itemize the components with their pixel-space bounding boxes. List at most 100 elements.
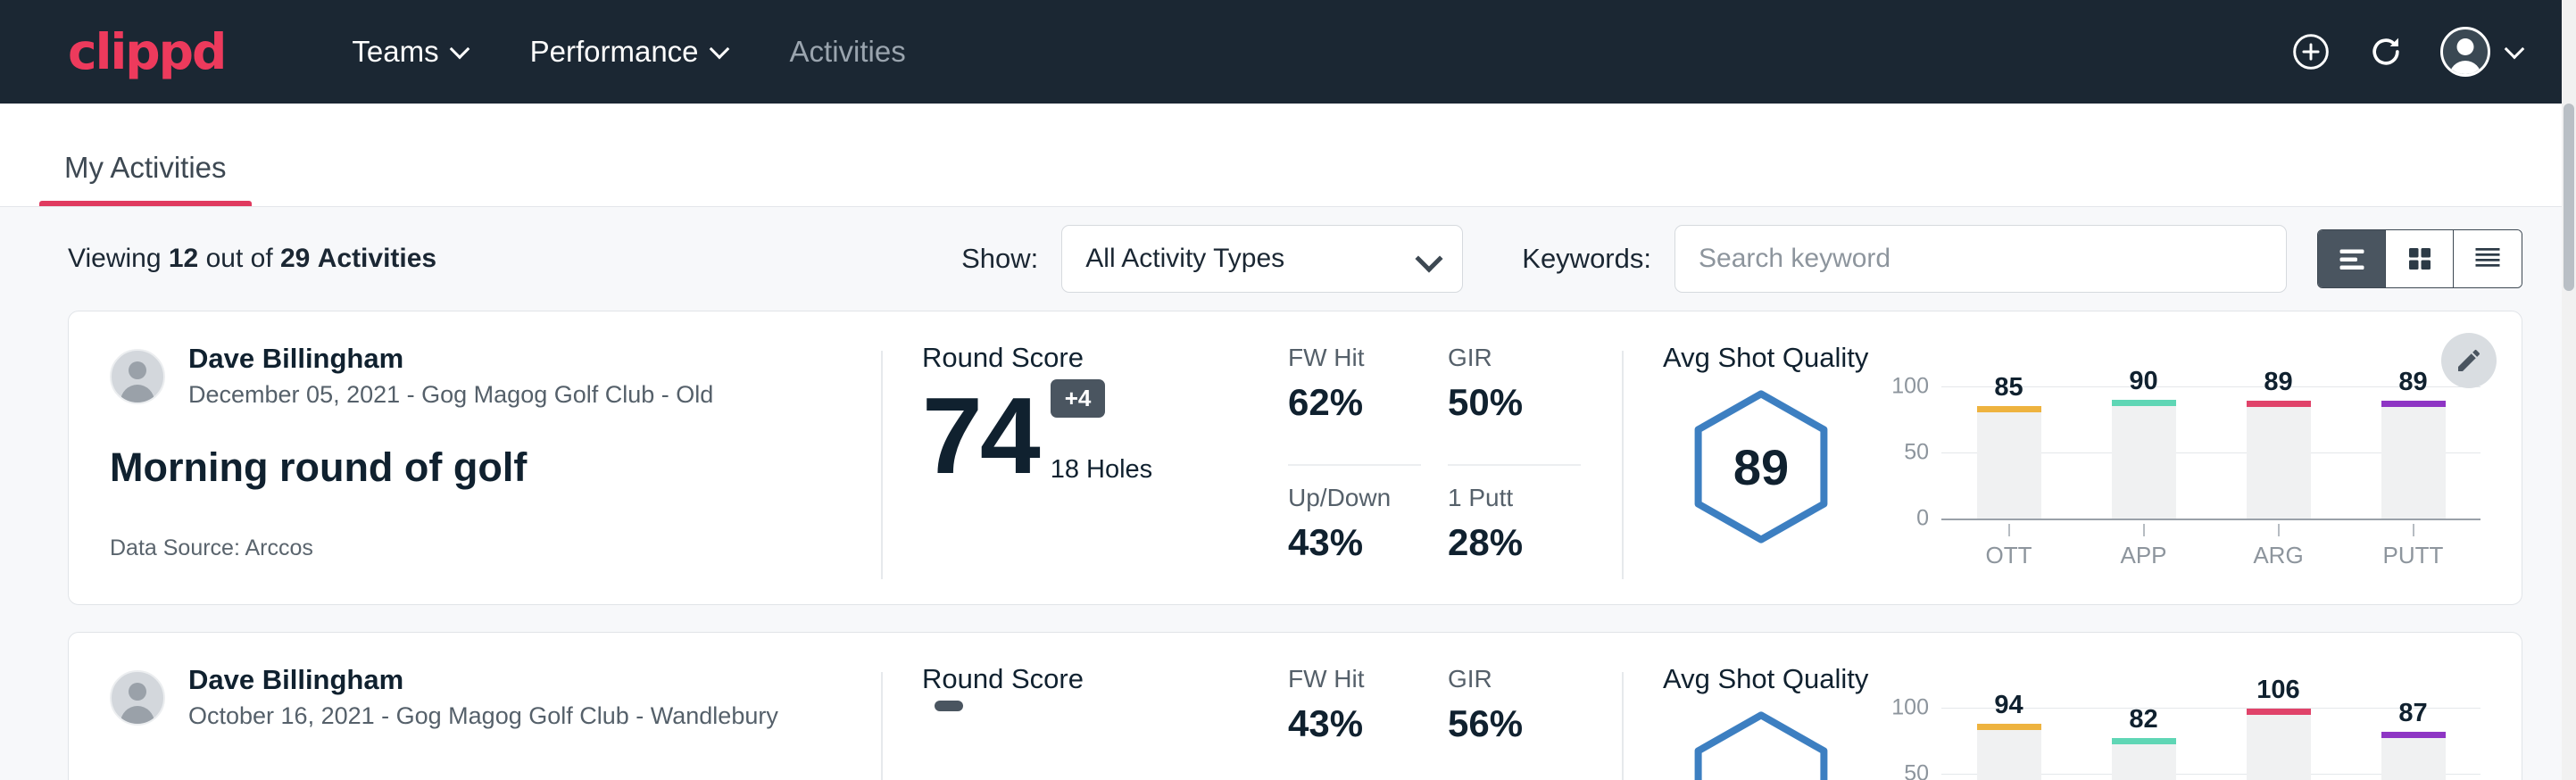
round-score-row: 74 +4 18 Holes xyxy=(922,379,1288,490)
hexagon-score-wrap: 89 xyxy=(1663,386,1859,545)
y-tick-0: 0 xyxy=(1916,506,1929,532)
refresh-button[interactable] xyxy=(2365,31,2406,72)
stat-label: GIR xyxy=(1448,665,1581,693)
add-circle-icon xyxy=(2291,32,2331,71)
activity-card[interactable]: Dave Billingham December 05, 2021 - Gog … xyxy=(68,311,2522,605)
bar-value-arg: 106 xyxy=(2256,676,2299,705)
viewing-total: 29 xyxy=(280,244,310,273)
bar-rect: 87 xyxy=(2381,732,2446,780)
avg-shot-quality-body: 89 100 50 0 85 xyxy=(1663,386,2480,569)
bar-series: 85 90 89 xyxy=(1941,386,2480,519)
account-avatar[interactable] xyxy=(2440,27,2490,77)
filter-controls: Show: All Activity Types Keywords: xyxy=(961,225,2522,293)
avatar-body xyxy=(120,706,154,726)
bar-ott: 85 xyxy=(1977,386,2041,519)
account-menu[interactable] xyxy=(2440,27,2524,77)
add-button[interactable] xyxy=(2290,31,2331,72)
round-score-column: Round Score FW Hit 43% GIR 56% xyxy=(881,663,1622,780)
view-mode-grid[interactable] xyxy=(2386,230,2454,287)
avg-shot-quality-body: 100 50 0 94 82 xyxy=(1663,708,2480,780)
search-input[interactable] xyxy=(1674,225,2287,293)
player-name: Dave Billingham xyxy=(188,663,778,698)
round-score-block: Round Score 74 +4 18 Holes xyxy=(922,342,1288,604)
round-score-column: Round Score 74 +4 18 Holes FW Hit 62% GI… xyxy=(881,342,1622,604)
bar-value-ott: 85 xyxy=(1994,373,2023,402)
viewing-suffix: Activities xyxy=(318,244,436,273)
round-stats-grid: FW Hit 43% GIR 56% Up/Down 1 Putt xyxy=(1288,663,1581,780)
tick-mark xyxy=(2413,524,2414,536)
chart-plot-area: 100 50 0 85 90 xyxy=(1941,386,2480,520)
avatar-head xyxy=(129,361,146,379)
round-score-value: 74 xyxy=(922,381,1038,490)
bar-value-putt: 89 xyxy=(2398,368,2427,397)
stat-value: 56% xyxy=(1448,702,1581,745)
bar-rect: 89 xyxy=(2247,401,2311,519)
data-source: Data Source: Arccos xyxy=(110,535,840,561)
stat-value: 62% xyxy=(1288,381,1421,424)
y-tick-50: 50 xyxy=(1904,440,1929,466)
activity-card[interactable]: Dave Billingham October 16, 2021 - Gog M… xyxy=(68,632,2522,780)
tick-mark xyxy=(2278,524,2280,536)
stat-up-down: Up/Down 43% xyxy=(1288,484,1421,604)
page-scrollbar[interactable] xyxy=(2562,0,2576,780)
round-score-row xyxy=(922,701,1288,780)
show-label: Show: xyxy=(961,243,1038,275)
player-name: Dave Billingham xyxy=(188,342,713,377)
bar-series: 94 82 106 xyxy=(1941,708,2480,780)
stat-fw-hit: FW Hit 43% xyxy=(1288,665,1421,780)
view-mode-list[interactable] xyxy=(2318,230,2386,287)
avg-shot-quality-value: 89 xyxy=(1690,388,1832,545)
x-label: ARG xyxy=(2253,542,2303,569)
bar-arg: 106 xyxy=(2247,708,2311,780)
stat-fw-hit: FW Hit 62% xyxy=(1288,344,1421,466)
main-nav: Teams Performance Activities xyxy=(321,35,935,69)
chevron-down-icon xyxy=(711,40,729,58)
x-label: OTT xyxy=(1986,542,2032,569)
scrollbar-thumb[interactable] xyxy=(2564,104,2574,291)
bar-rect: 90 xyxy=(2112,400,2176,519)
bar-putt: 89 xyxy=(2381,386,2446,519)
tick-mark xyxy=(2008,524,2010,536)
avatar xyxy=(110,670,165,726)
compact-view-icon xyxy=(2472,245,2504,272)
bar-app: 90 xyxy=(2112,386,2176,519)
avg-shot-quality-value xyxy=(1690,709,1832,780)
edit-activity-button[interactable] xyxy=(2441,333,2497,388)
pencil-icon xyxy=(2455,346,2483,375)
bar-value-arg: 89 xyxy=(2264,368,2292,397)
bar-value-ott: 94 xyxy=(1994,691,2023,720)
nav-item-performance[interactable]: Performance xyxy=(500,35,760,69)
view-mode-compact[interactable] xyxy=(2454,230,2522,287)
avatar-head xyxy=(129,683,146,701)
stat-one-putt: 1 Putt 28% xyxy=(1448,484,1581,604)
avg-shot-quality-label: Avg Shot Quality xyxy=(1663,663,2480,695)
viewing-prefix: Viewing xyxy=(68,244,162,273)
avg-shot-quality-label: Avg Shot Quality xyxy=(1663,342,2480,374)
x-label: PUTT xyxy=(2383,542,2444,569)
x-tick-ott: OTT xyxy=(1977,524,2041,569)
x-tick-putt: PUTT xyxy=(2381,524,2446,569)
nav-item-teams[interactable]: Teams xyxy=(321,35,499,69)
clippd-logo[interactable]: clippd xyxy=(68,23,225,80)
stat-value: 43% xyxy=(1288,521,1421,564)
avatar-body xyxy=(120,385,154,404)
avg-shot-quality-column: Avg Shot Quality 100 50 xyxy=(1622,663,2522,780)
chevron-down-icon xyxy=(1419,249,1439,269)
stat-value: 50% xyxy=(1448,381,1581,424)
round-score-side xyxy=(935,701,963,780)
stat-label: GIR xyxy=(1448,344,1581,372)
nav-item-activities[interactable]: Activities xyxy=(760,35,936,69)
x-label: APP xyxy=(2120,542,2166,569)
avatar-body xyxy=(2449,61,2481,77)
bar-arg: 89 xyxy=(2247,386,2311,519)
stat-label: FW Hit xyxy=(1288,665,1421,693)
player-header: Dave Billingham October 16, 2021 - Gog M… xyxy=(110,663,840,732)
bar-rect: 89 xyxy=(2381,401,2446,519)
activity-type-select[interactable]: All Activity Types xyxy=(1061,225,1463,293)
round-score-block: Round Score xyxy=(922,663,1288,780)
round-score-label: Round Score xyxy=(922,342,1288,374)
tab-my-activities[interactable]: My Activities xyxy=(39,151,252,206)
activity-list: Dave Billingham December 05, 2021 - Gog … xyxy=(0,311,2576,780)
bar-rect: 106 xyxy=(2247,709,2311,780)
bar-rect: 85 xyxy=(1977,406,2041,519)
